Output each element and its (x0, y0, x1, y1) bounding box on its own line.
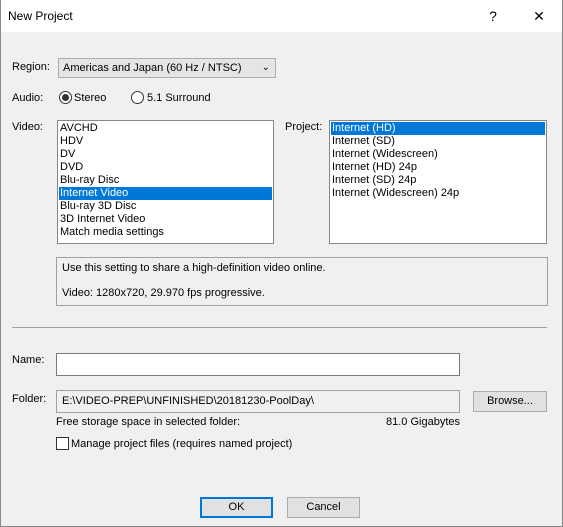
video-list-item[interactable]: Internet Video (59, 187, 272, 200)
storage-value: 81.0 Gigabytes (386, 416, 460, 428)
project-list-item[interactable]: Internet (HD) 24p (331, 161, 545, 174)
video-spec-text: Video: 1280x720, 29.970 fps progressive. (62, 287, 265, 299)
name-label: Name: (12, 354, 45, 366)
video-label: Video: (12, 121, 43, 133)
description-text: Use this setting to share a high-definit… (62, 262, 326, 274)
folder-label: Folder: (12, 393, 47, 405)
stereo-radio[interactable] (59, 91, 72, 104)
manage-files-label[interactable]: Manage project files (requires named pro… (71, 438, 292, 450)
video-list-item[interactable]: HDV (59, 135, 272, 148)
description-box: Use this setting to share a high-definit… (56, 257, 548, 306)
video-list-item[interactable]: DVD (59, 161, 272, 174)
video-list-item[interactable]: Blu-ray 3D Disc (59, 200, 272, 213)
dialog-title: New Project (8, 9, 73, 23)
cancel-button[interactable]: Cancel (287, 497, 360, 518)
stereo-label[interactable]: Stereo (74, 92, 106, 104)
video-list-item[interactable]: Blu-ray Disc (59, 174, 272, 187)
close-button[interactable]: ✕ (516, 0, 562, 32)
project-listbox[interactable]: Internet (HD) Internet (SD) Internet (Wide… (329, 120, 547, 244)
surround-radio[interactable] (131, 91, 144, 104)
browse-button[interactable]: Browse... (473, 391, 547, 412)
storage-label: Free storage space in selected folder: (56, 416, 241, 428)
chevron-down-icon: ⌄ (261, 62, 270, 73)
surround-label[interactable]: 5.1 Surround (147, 92, 211, 104)
folder-input[interactable]: E:\VIDEO-PREP\UNFINISHED\20181230-PoolDa… (56, 390, 460, 413)
separator (12, 327, 547, 328)
project-label: Project: (285, 121, 323, 133)
ok-button[interactable]: OK (200, 497, 273, 518)
audio-label: Audio: (12, 92, 44, 104)
manage-files-checkbox[interactable] (56, 437, 69, 450)
video-list-item[interactable]: Match media settings (59, 226, 272, 239)
video-list-item[interactable]: DV (59, 148, 272, 161)
video-list-item[interactable]: AVCHD (59, 122, 272, 135)
project-list-item[interactable]: Internet (SD) (331, 135, 545, 148)
video-listbox[interactable]: AVCHD HDV DV DVD Blu-ray Disc Internet Video B… (57, 120, 274, 244)
video-list-item[interactable]: 3D Internet Video (59, 213, 272, 226)
project-list-item[interactable]: Internet (SD) 24p (331, 174, 545, 187)
project-list-item[interactable]: Internet (Widescreen) 24p (331, 187, 545, 200)
help-button[interactable]: ? (470, 0, 516, 32)
region-value: Americas and Japan (60 Hz / NTSC) (63, 62, 242, 74)
project-list-item[interactable]: Internet (HD) (331, 122, 545, 135)
region-dropdown[interactable]: Americas and Japan (60 Hz / NTSC) ⌄ (58, 58, 276, 78)
name-input[interactable] (56, 353, 460, 376)
region-label: Region: (12, 61, 50, 73)
project-list-item[interactable]: Internet (Widescreen) (331, 148, 545, 161)
